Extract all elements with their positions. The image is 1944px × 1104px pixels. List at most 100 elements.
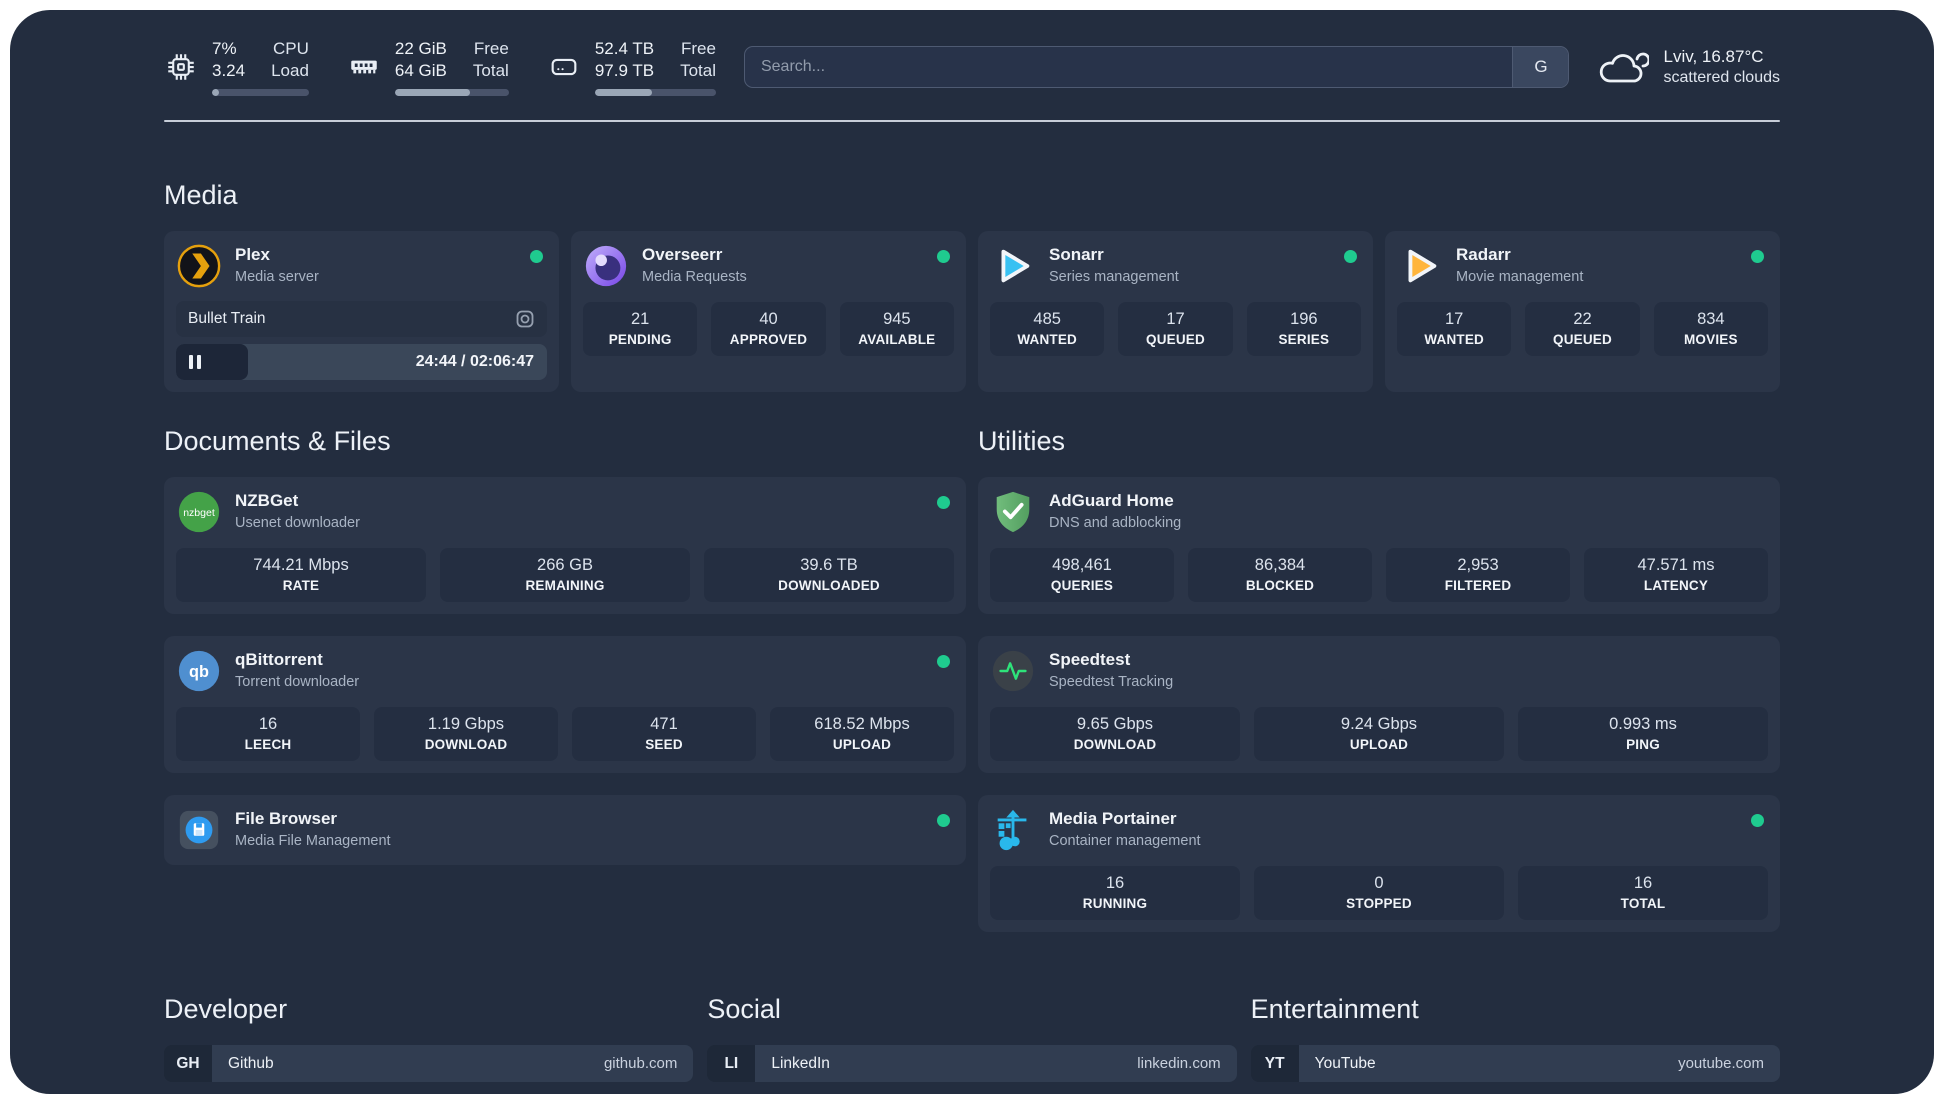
stat-tile: 16 RUNNING: [990, 866, 1240, 920]
cpu-load-value: 3.24: [212, 61, 246, 80]
ram-total-label: Total: [472, 61, 509, 80]
plex-icon: [177, 244, 221, 288]
cpu-load-label: Load: [271, 61, 309, 80]
weather-condition: scattered clouds: [1663, 69, 1780, 86]
app-card-overseerr[interactable]: Overseerr Media Requests 21 PENDING 40 A…: [571, 231, 966, 392]
weather-widget: Lviv, 16.87°C scattered clouds: [1597, 47, 1780, 87]
stat-tile: 498,461 QUERIES: [990, 548, 1174, 602]
pause-icon[interactable]: [189, 355, 201, 369]
search-input[interactable]: Search...: [745, 58, 825, 76]
section-title-entertainment: Entertainment: [1250, 994, 1419, 1024]
bookmark-linkedin[interactable]: LI LinkedIn linkedin.com: [707, 1045, 1237, 1082]
bookmark-youtube[interactable]: YT YouTube youtube.com: [1250, 1045, 1780, 1082]
stat-tile: 0.993 ms PING: [1518, 707, 1768, 761]
app-name: File Browser: [235, 809, 338, 828]
header: 7% 3.24 CPU Load 22 GiB 64 GiB Free Tota…: [164, 38, 1780, 96]
playback-progress-bar[interactable]: 24:44 / 02:06:47: [176, 344, 547, 380]
bookmarks-developer: Developer GH Github github.com SO StackO…: [164, 994, 694, 1094]
stat-tile: 9.24 Gbps UPLOAD: [1254, 707, 1504, 761]
section-documents: Documents & Files nzbget NZBGet Usenet d…: [164, 426, 966, 932]
app-card-qbittorrent[interactable]: qb qBittorrent Torrent downloader 16 LEE…: [164, 636, 966, 773]
bookmarks-entertainment: Entertainment YT YouTube youtube.com NF …: [1250, 994, 1780, 1094]
bookmark-name: YouTube: [1314, 1054, 1376, 1072]
app-card-sonarr[interactable]: Sonarr Series management 485 WANTED 17 Q…: [978, 231, 1373, 392]
app-desc: Speedtest Tracking: [1049, 674, 1174, 690]
status-online-dot: [937, 655, 950, 668]
dashboard-window: 7% 3.24 CPU Load 22 GiB 64 GiB Free Tota…: [10, 10, 1934, 1094]
memory-stat: 22 GiB 64 GiB Free Total: [347, 38, 509, 96]
sonarr-icon: [1001, 249, 1030, 283]
app-card-filebrowser[interactable]: File Browser Media File Management: [164, 795, 966, 865]
search-bar[interactable]: Search... G: [743, 46, 1570, 88]
cpu-label: CPU: [273, 39, 309, 58]
status-online-dot: [530, 250, 543, 263]
qbittorrent-icon: qb: [178, 650, 220, 692]
bookmark-github[interactable]: GH Github github.com: [164, 1045, 694, 1082]
ram-total-value: 64 GiB: [394, 61, 447, 80]
stat-tile: 9.65 Gbps DOWNLOAD: [990, 707, 1240, 761]
app-name: Speedtest: [1049, 650, 1131, 669]
section-title-documents: Documents & Files: [164, 426, 391, 456]
stat-tile: 0 STOPPED: [1254, 866, 1504, 920]
portainer-icon: [997, 809, 1027, 851]
ram-free-value: 22 GiB: [394, 39, 447, 58]
stat-tile: 744.21 Mbps RATE: [176, 548, 426, 602]
app-card-adguard[interactable]: AdGuard Home DNS and adblocking 498,461 …: [978, 477, 1780, 614]
bookmark-tag: YT: [1250, 1045, 1299, 1082]
disk-free-label: Free: [681, 39, 716, 58]
app-card-speedtest[interactable]: Speedtest Speedtest Tracking 9.65 Gbps D…: [978, 636, 1780, 773]
stat-tile: 16 TOTAL: [1518, 866, 1768, 920]
playback-time: 24:44 / 02:06:47: [415, 353, 534, 370]
app-name: AdGuard Home: [1049, 491, 1174, 510]
section-title-utilities: Utilities: [978, 426, 1066, 456]
stat-tile: 47.571 ms LATENCY: [1584, 548, 1768, 602]
stat-tile: 618.52 Mbps UPLOAD: [770, 707, 954, 761]
app-name: Plex: [235, 245, 270, 264]
stat-tile: 266 GB REMAINING: [440, 548, 690, 602]
disk-total-label: Total: [680, 61, 716, 80]
app-name: qBittorrent: [235, 650, 323, 669]
filebrowser-icon: [179, 810, 219, 850]
status-online-dot: [1344, 250, 1357, 263]
app-card-portainer[interactable]: Media Portainer Container management 16 …: [978, 795, 1780, 932]
stat-tile: 17 WANTED: [1397, 302, 1512, 356]
app-desc: Usenet downloader: [235, 515, 360, 531]
stat-tile: 471 SEED: [572, 707, 756, 761]
disk-free-value: 52.4 TB: [594, 39, 655, 58]
stat-tile: 196 SERIES: [1246, 302, 1361, 356]
disk-stat: 52.4 TB 97.9 TB Free Total: [547, 38, 716, 96]
bookmark-tag: GH: [164, 1045, 212, 1082]
app-card-plex[interactable]: Plex Media server Bullet Train 24:44 / 0…: [164, 231, 559, 392]
app-card-nzbget[interactable]: nzbget NZBGet Usenet downloader 744.21 M…: [164, 477, 966, 614]
stat-tile: 21 PENDING: [583, 302, 698, 356]
app-name: NZBGet: [235, 491, 299, 510]
status-online-dot: [937, 814, 950, 827]
bookmarks-social: Social LI LinkedIn linkedin.com TW Twitt…: [707, 994, 1237, 1094]
stat-tile: 945 AVAILABLE: [839, 302, 954, 356]
stat-tile: 834 MOVIES: [1653, 302, 1768, 356]
disk-progress-fill: [594, 89, 652, 96]
disk-progress-bar: [594, 89, 716, 96]
app-desc: DNS and adblocking: [1049, 515, 1182, 531]
bookmark-url: github.com: [603, 1055, 678, 1072]
app-desc: Media server: [235, 269, 319, 285]
status-online-dot: [1751, 814, 1764, 827]
cloud-icon: [1600, 52, 1650, 83]
app-name: Sonarr: [1049, 245, 1104, 264]
stat-tile: 16 LEECH: [176, 707, 360, 761]
adguard-icon: [996, 491, 1030, 533]
cpu-icon: [168, 54, 194, 80]
app-card-radarr[interactable]: Radarr Movie management 17 WANTED 22 QUE…: [1385, 231, 1780, 392]
ram-free-label: Free: [473, 39, 509, 58]
section-title-media: Media: [164, 180, 238, 210]
session-icon[interactable]: [515, 309, 535, 329]
bookmark-url: linkedin.com: [1137, 1055, 1221, 1072]
search-engine-button[interactable]: G: [1512, 47, 1569, 87]
radarr-icon: [1408, 249, 1437, 283]
app-desc: Series management: [1049, 269, 1179, 285]
disk-total-value: 97.9 TB: [594, 61, 655, 80]
cpu-progress-fill: [212, 89, 219, 96]
status-online-dot: [937, 250, 950, 263]
section-title-developer: Developer: [164, 994, 288, 1024]
speedtest-icon: [992, 650, 1034, 692]
